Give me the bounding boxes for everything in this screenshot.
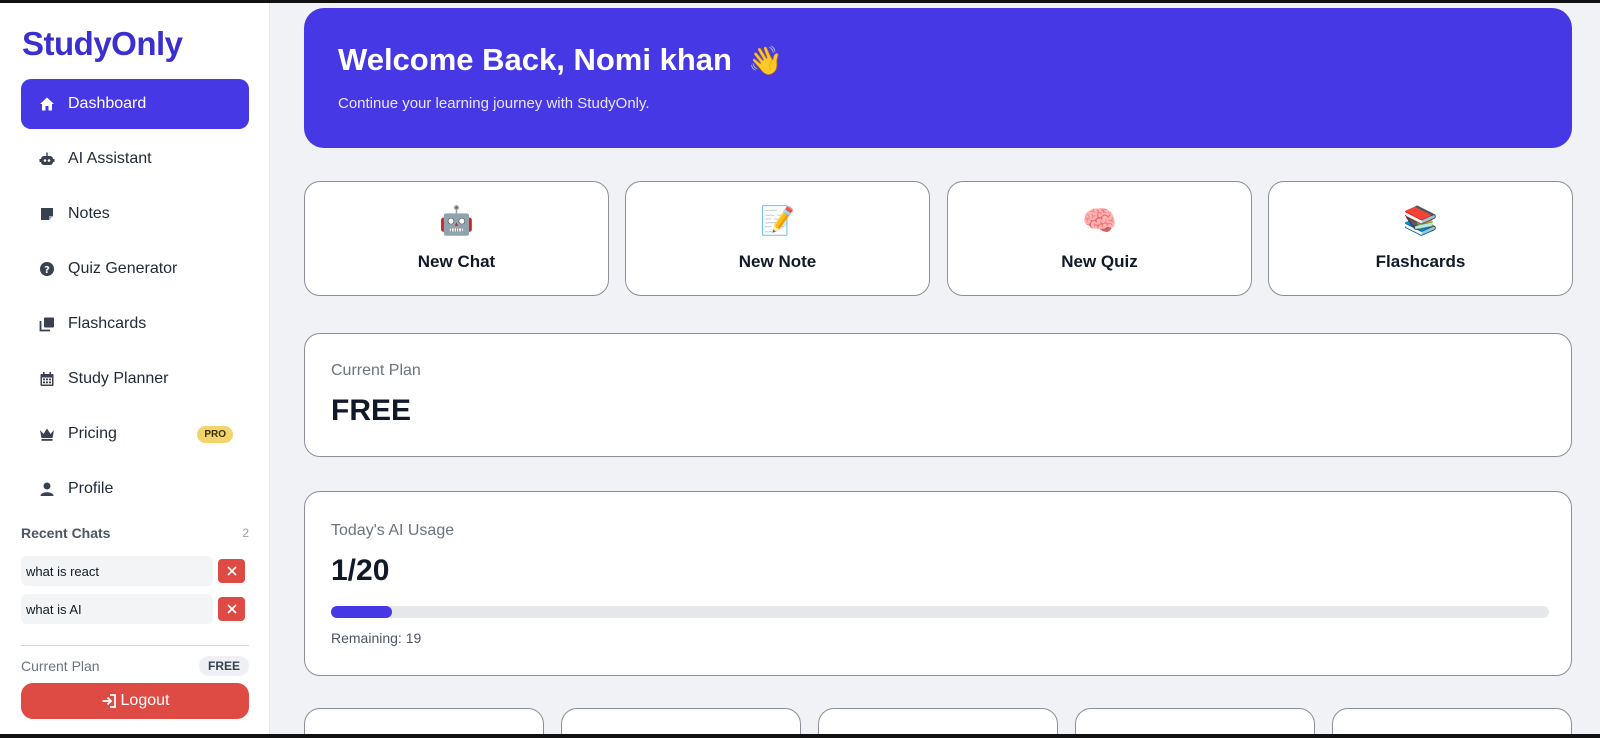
recent-chat-link[interactable]: what is react [21,556,213,586]
user-icon [38,480,56,498]
welcome-title: Welcome Back, Nomi khan 👋 [338,42,783,78]
usage-value: 1/20 [331,554,390,587]
usage-progress-fill [331,606,392,618]
sidebar-item-label: Notes [68,205,110,222]
screen-frame: StudyOnly Dashboard AI Assistant Notes ?… [0,0,1600,738]
delete-chat-button[interactable] [218,597,245,621]
cards-icon [38,315,56,333]
current-plan-card: Current Plan FREE [304,333,1572,457]
stat-card [1332,708,1572,734]
recent-chat-row: what is react [21,556,249,586]
plan-card-value: FREE [331,394,412,427]
robot-icon [38,150,56,168]
sidebar-item-label: Profile [68,480,114,497]
recent-chats-count: 2 [242,526,249,540]
sidebar: StudyOnly Dashboard AI Assistant Notes ?… [0,3,270,734]
sidebar-divider [21,645,249,646]
action-label: New Chat [417,252,496,271]
stat-card [561,708,801,734]
sidebar-item-ai-assistant[interactable]: AI Assistant [21,134,249,184]
sidebar-item-label: Study Planner [68,370,169,387]
sidebar-plan-row: Current Plan FREE [21,656,249,676]
welcome-text: Welcome Back, Nomi khan [338,42,732,77]
new-quiz-card[interactable]: 🧠 New Quiz [947,181,1252,296]
sidebar-item-profile[interactable]: Profile [21,464,249,514]
sidebar-item-label: Pricing [68,425,117,442]
sidebar-item-study-planner[interactable]: Study Planner [21,354,249,404]
svg-text:?: ? [44,265,50,276]
close-icon [226,604,237,614]
sidebar-item-label: AI Assistant [68,150,152,167]
usage-progress-bar [331,606,1549,618]
sidebar-item-label: Flashcards [68,315,147,332]
logout-icon [102,694,116,708]
calendar-icon [38,370,56,388]
home-icon [38,95,56,113]
memo-icon: 📝 [760,205,795,236]
pro-badge: PRO [197,426,233,443]
sidebar-item-quiz-generator[interactable]: ? Quiz Generator [21,244,249,294]
delete-chat-button[interactable] [218,559,245,583]
recent-chats-header: Recent Chats 2 [21,525,249,541]
new-note-card[interactable]: 📝 New Note [625,181,930,296]
books-icon: 📚 [1403,205,1438,236]
wave-icon: 👋 [747,44,783,76]
stat-card [818,708,1058,734]
sidebar-plan-label: Current Plan [21,658,100,674]
new-chat-card[interactable]: 🤖 New Chat [304,181,609,296]
ai-usage-card: Today's AI Usage 1/20 Remaining: 19 [304,491,1572,676]
flashcards-card[interactable]: 📚 Flashcards [1268,181,1573,296]
sidebar-item-pricing[interactable]: Pricing PRO [21,409,249,459]
sidebar-item-label: Quiz Generator [68,260,178,277]
stat-card [304,708,544,734]
sidebar-item-notes[interactable]: Notes [21,189,249,239]
crown-icon [38,425,56,443]
recent-chat-link[interactable]: what is AI [21,594,213,624]
action-label: New Note [738,252,817,271]
recent-chats-title: Recent Chats [21,525,111,541]
usage-remaining: Remaining: 19 [331,630,422,646]
action-label: New Quiz [1061,252,1138,271]
sidebar-item-flashcards[interactable]: Flashcards [21,299,249,349]
stat-card [1075,708,1315,734]
sidebar-item-dashboard[interactable]: Dashboard [21,79,249,129]
welcome-subtitle: Continue your learning journey with Stud… [338,95,650,112]
welcome-banner: Welcome Back, Nomi khan 👋 Continue your … [304,8,1572,148]
plan-card-label: Current Plan [331,362,421,379]
app-window: StudyOnly Dashboard AI Assistant Notes ?… [0,3,1600,734]
close-icon [226,566,237,576]
action-label: Flashcards [1375,252,1466,271]
brain-icon: 🧠 [1082,205,1117,236]
robot-icon: 🤖 [439,205,474,236]
logout-label: Logout [120,692,170,709]
sidebar-item-label: Dashboard [68,95,147,112]
plan-badge: FREE [198,656,249,676]
recent-chat-row: what is AI [21,594,249,624]
logout-button[interactable]: Logout [21,683,249,719]
note-icon [38,205,56,223]
sidebar-nav: Dashboard AI Assistant Notes ? Quiz Gene… [21,79,249,519]
question-circle-icon: ? [38,260,56,278]
usage-label: Today's AI Usage [331,522,455,539]
brand-logo[interactable]: StudyOnly [22,25,183,63]
